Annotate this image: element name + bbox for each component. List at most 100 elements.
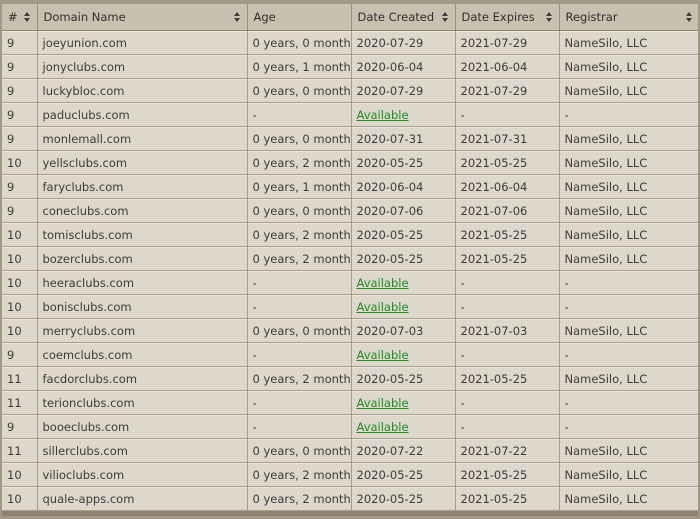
cell-domain-name: vilioclubs.com: [37, 462, 248, 487]
column-header-date-created[interactable]: Date Created: [351, 4, 456, 31]
cell-age: 0 years, 0 months: [247, 198, 352, 223]
cell-domain-name: yellsclubs.com: [37, 150, 248, 175]
cell-age: 0 years, 2 months: [247, 150, 352, 175]
cell-date-created: 2020-07-31: [351, 126, 456, 151]
cell-date-created: 2020-07-29: [351, 30, 456, 55]
cell-domain-name: monlemall.com: [37, 126, 248, 151]
cell-date-expires: 2021-07-06: [455, 198, 560, 223]
table-header-row: # Domain Name Age Date Created Date Expi…: [2, 4, 698, 31]
cell-registrar: NameSilo, LLC: [559, 78, 698, 103]
cell-age: 0 years, 0 months: [247, 438, 352, 463]
table-row: 10 yellsclubs.com 0 years, 2 months 2020-05…: [2, 150, 698, 175]
cell-domain-name: terionclubs.com: [37, 390, 248, 415]
cell-date-created: Available: [351, 102, 456, 127]
cell-date-created: 2020-07-29: [351, 78, 456, 103]
cell-registrar: NameSilo, LLC: [559, 222, 698, 247]
cell-date-created: 2020-05-25: [351, 222, 456, 247]
cell-date-expires: -: [455, 294, 560, 319]
cell-registrar: NameSilo, LLC: [559, 318, 698, 343]
cell-date-expires: -: [455, 342, 560, 367]
cell-date-created: 2020-07-06: [351, 198, 456, 223]
cell-rank: 9: [2, 126, 38, 151]
cell-rank: 10: [2, 294, 38, 319]
cell-date-created: Available: [351, 414, 456, 439]
cell-age: -: [247, 390, 352, 415]
sort-updown-icon[interactable]: [442, 10, 449, 24]
cell-registrar: NameSilo, LLC: [559, 198, 698, 223]
cell-date-created: Available: [351, 390, 456, 415]
table-row: 10 quale-apps.com 0 years, 2 months 2020-05…: [2, 486, 698, 511]
cell-age: -: [247, 342, 352, 367]
column-header-rank[interactable]: #: [2, 4, 38, 31]
table-row: 9 coneclubs.com 0 years, 0 months 2020-07-0…: [2, 198, 698, 223]
table-row: 10 tomisclubs.com 0 years, 2 months 2020-05…: [2, 222, 698, 247]
cell-domain-name: bonisclubs.com: [37, 294, 248, 319]
column-header-label: Registrar: [565, 10, 618, 24]
cell-registrar: -: [559, 390, 698, 415]
cell-date-expires: 2021-05-25: [455, 246, 560, 271]
table-row: 10 merryclubs.com 0 years, 0 months 2020-07…: [2, 318, 698, 343]
cell-domain-name: tomisclubs.com: [37, 222, 248, 247]
table-row: 10 heeraclubs.com - Available - -: [2, 270, 698, 295]
column-header-label: Date Created: [357, 10, 435, 24]
cell-rank: 9: [2, 30, 38, 55]
sort-updown-icon[interactable]: [24, 10, 31, 24]
cell-rank: 10: [2, 462, 38, 487]
cell-domain-name: merryclubs.com: [37, 318, 248, 343]
cell-domain-name: sillerclubs.com: [37, 438, 248, 463]
table-row: 11 sillerclubs.com 0 years, 0 months 2020-0…: [2, 438, 698, 463]
cell-domain-name: booeclubs.com: [37, 414, 248, 439]
cell-date-created: Available: [351, 342, 456, 367]
cell-date-expires: -: [455, 390, 560, 415]
cell-rank: 9: [2, 174, 38, 199]
cell-domain-name: heeraclubs.com: [37, 270, 248, 295]
cell-age: 0 years, 1 months: [247, 54, 352, 79]
sort-updown-icon[interactable]: [546, 10, 553, 24]
cell-date-expires: 2021-07-22: [455, 438, 560, 463]
cell-domain-name: jonyclubs.com: [37, 54, 248, 79]
cell-registrar: NameSilo, LLC: [559, 462, 698, 487]
cell-date-created: Available: [351, 294, 456, 319]
cell-rank: 9: [2, 198, 38, 223]
cell-rank: 10: [2, 150, 38, 175]
column-header-label: Age: [253, 10, 276, 24]
cell-age: -: [247, 270, 352, 295]
cell-date-expires: -: [455, 270, 560, 295]
cell-date-expires: -: [455, 102, 560, 127]
cell-date-created: 2020-06-04: [351, 174, 456, 199]
available-link[interactable]: Available: [357, 300, 409, 314]
cell-age: 0 years, 2 months: [247, 486, 352, 511]
sort-updown-icon[interactable]: [234, 10, 241, 24]
cell-registrar: NameSilo, LLC: [559, 174, 698, 199]
cell-registrar: NameSilo, LLC: [559, 126, 698, 151]
available-link[interactable]: Available: [357, 396, 409, 410]
cell-date-created: 2020-05-25: [351, 462, 456, 487]
cell-date-expires: 2021-05-25: [455, 366, 560, 391]
table-row: 9 booeclubs.com - Available - -: [2, 414, 698, 439]
table-row: 11 terionclubs.com - Available - -: [2, 390, 698, 415]
cell-date-expires: 2021-06-04: [455, 54, 560, 79]
column-header-date-expires[interactable]: Date Expires: [455, 4, 560, 31]
available-link[interactable]: Available: [357, 276, 409, 290]
cell-date-created: Available: [351, 270, 456, 295]
cell-registrar: -: [559, 342, 698, 367]
cell-age: -: [247, 414, 352, 439]
cell-rank: 10: [2, 318, 38, 343]
available-link[interactable]: Available: [357, 108, 409, 122]
table-row: 10 bonisclubs.com - Available - -: [2, 294, 698, 319]
cell-date-created: 2020-07-03: [351, 318, 456, 343]
available-link[interactable]: Available: [357, 348, 409, 362]
cell-age: -: [247, 102, 352, 127]
column-header-registrar[interactable]: Registrar: [559, 4, 698, 31]
cell-registrar: -: [559, 102, 698, 127]
cell-date-expires: -: [455, 414, 560, 439]
available-link[interactable]: Available: [357, 420, 409, 434]
cell-registrar: -: [559, 414, 698, 439]
column-header-domain-name[interactable]: Domain Name: [37, 4, 248, 31]
cell-date-created: 2020-06-04: [351, 54, 456, 79]
sort-updown-icon[interactable]: [685, 10, 692, 24]
cell-date-expires: 2021-07-29: [455, 30, 560, 55]
cell-age: 0 years, 2 months: [247, 462, 352, 487]
cell-registrar: NameSilo, LLC: [559, 150, 698, 175]
column-header-age[interactable]: Age: [247, 4, 352, 31]
